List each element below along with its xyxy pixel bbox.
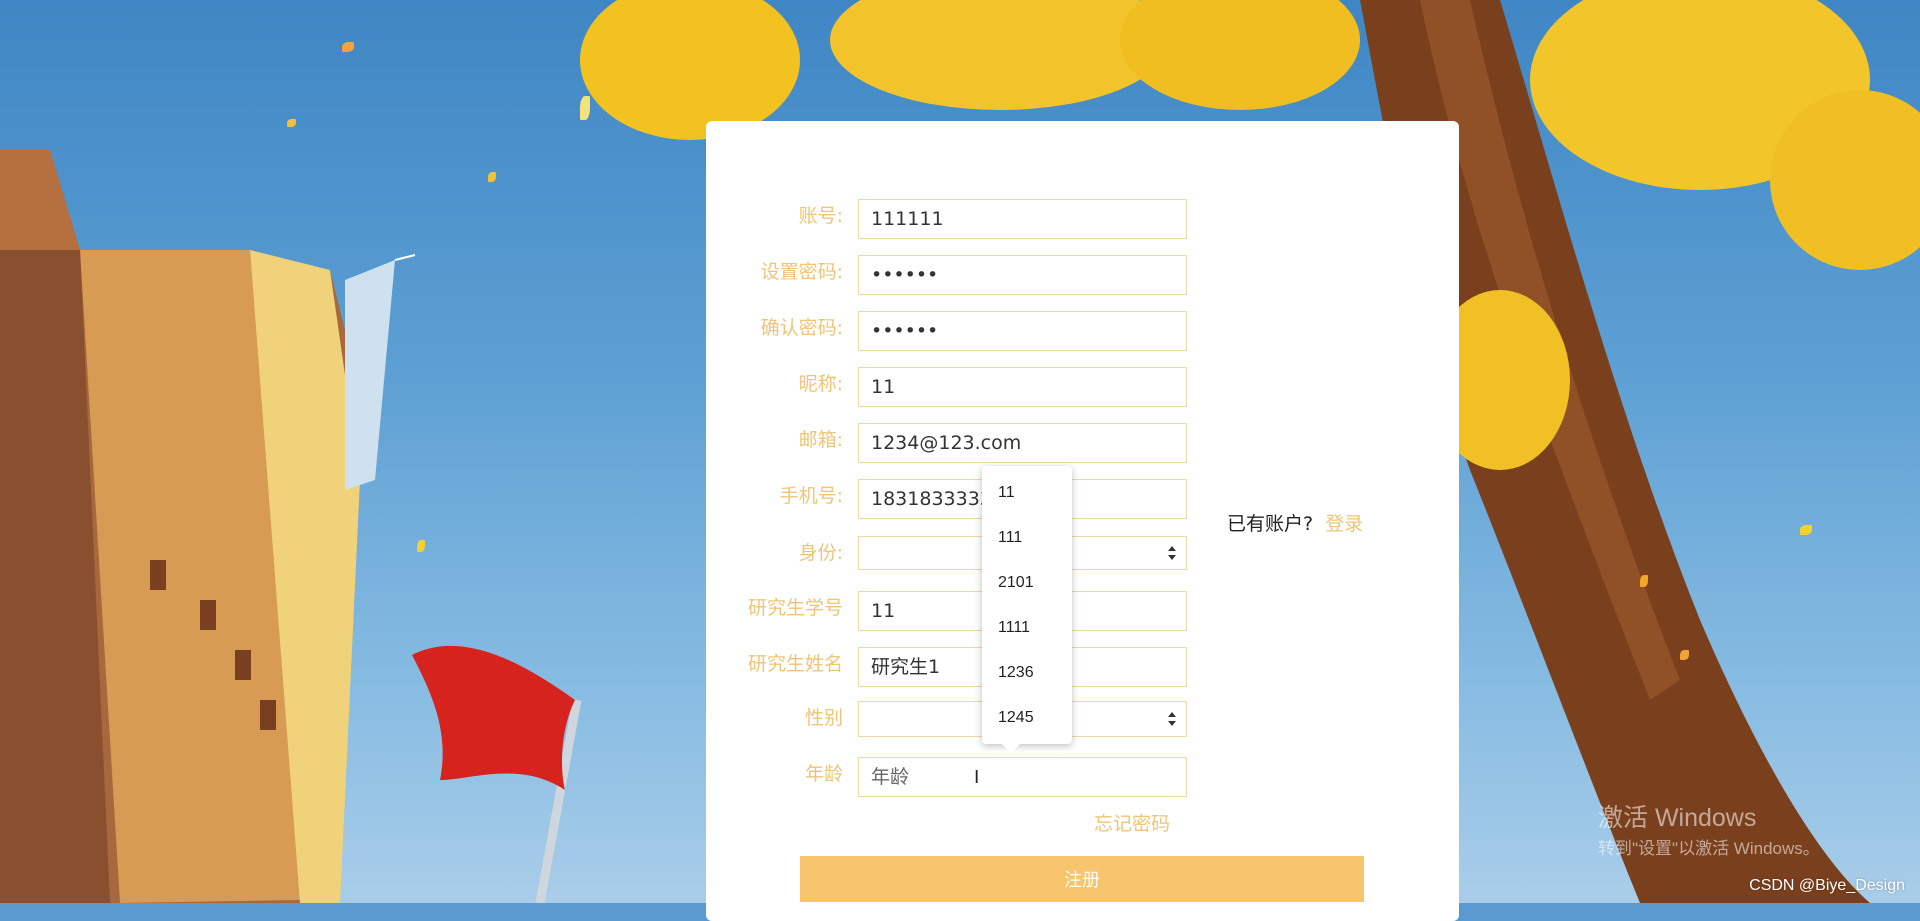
autocomplete-option[interactable]: 1111 — [982, 605, 1072, 650]
login-hint-text: 已有账户? — [1227, 513, 1314, 535]
age-input[interactable]: 年龄 — [858, 757, 1187, 797]
confirm-password-input[interactable]: •••••• — [858, 311, 1187, 351]
identity-label: 身份: — [798, 542, 843, 564]
age-label: 年龄 — [804, 763, 843, 785]
confirm-password-label: 确认密码: — [760, 317, 843, 339]
login-hint: 已有账户? 登录 — [1227, 509, 1363, 536]
email-row: 邮箱: 1234@123.com — [706, 423, 1459, 465]
windows-activation-watermark: 激活 Windows 转到"设置"以激活 Windows。 — [1598, 798, 1820, 859]
login-link[interactable]: 登录 — [1325, 513, 1363, 535]
select-updown-icon — [1168, 546, 1176, 560]
account-input[interactable]: 111111 — [858, 199, 1187, 239]
windows-activation-subtitle: 转到"设置"以激活 Windows。 — [1598, 839, 1820, 858]
student-name-row: 研究生姓名 研究生1 — [706, 647, 1459, 689]
windows-activation-title: 激活 Windows — [1598, 804, 1757, 832]
gender-row: 性别 — [706, 701, 1459, 743]
autocomplete-option[interactable]: 1245 — [982, 695, 1072, 740]
autocomplete-option[interactable]: 2101 — [982, 560, 1072, 605]
account-label: 账号: — [798, 205, 843, 227]
dropdown-pointer — [1002, 744, 1020, 753]
account-row: 账号: 111111 — [706, 199, 1459, 241]
nickname-label: 昵称: — [798, 373, 843, 395]
forgot-password-link[interactable]: 忘记密码 — [1094, 809, 1170, 836]
nickname-row: 昵称: 11 — [706, 367, 1459, 409]
email-input[interactable]: 1234@123.com — [858, 423, 1187, 463]
password-row: 设置密码: •••••• — [706, 255, 1459, 297]
autocomplete-option[interactable]: 11 — [982, 470, 1072, 515]
password-input[interactable]: •••••• — [858, 255, 1187, 295]
student-name-label: 研究生姓名 — [747, 653, 843, 675]
password-label: 设置密码: — [760, 261, 843, 283]
age-row: 年龄 年龄 — [706, 757, 1459, 799]
autocomplete-dropdown: 11 111 2101 1111 1236 1245 — [982, 466, 1072, 753]
autocomplete-option[interactable]: 111 — [982, 515, 1072, 560]
phone-label: 手机号: — [779, 485, 843, 507]
register-card: 账号: 111111 设置密码: •••••• 确认密码: •••••• 昵称:… — [706, 121, 1459, 921]
student-id-label: 研究生学号 — [747, 597, 843, 619]
identity-row: 身份: — [706, 536, 1459, 578]
confirm-password-row: 确认密码: •••••• — [706, 311, 1459, 353]
email-label: 邮箱: — [798, 429, 843, 451]
gender-label: 性别 — [804, 707, 843, 729]
register-button[interactable]: 注册 — [800, 856, 1364, 902]
select-updown-icon — [1168, 712, 1176, 726]
csdn-watermark: CSDN @Biye_Design — [1749, 877, 1905, 894]
nickname-input[interactable]: 11 — [858, 367, 1187, 407]
autocomplete-option[interactable]: 1236 — [982, 650, 1072, 695]
student-id-row: 研究生学号 11 — [706, 591, 1459, 633]
text-cursor-icon: I — [974, 767, 980, 788]
